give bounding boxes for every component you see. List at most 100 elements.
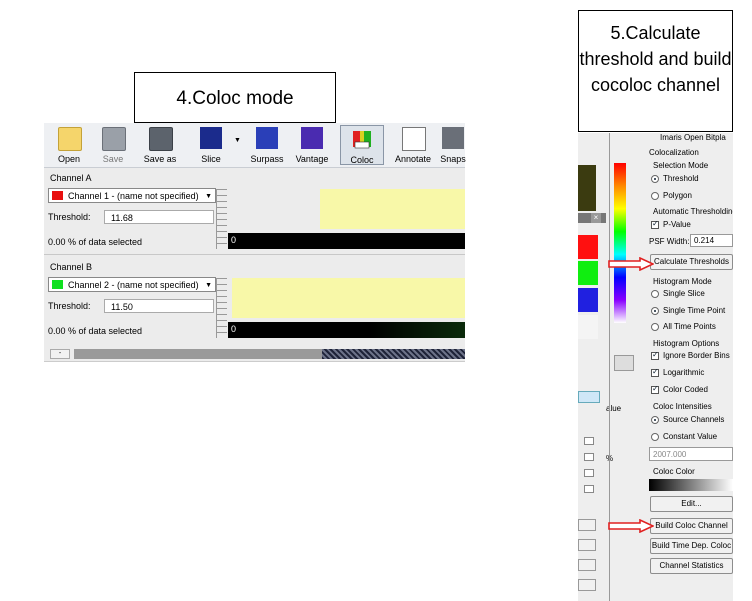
channel-a-intensity-bar[interactable]: 0 [228, 233, 465, 249]
progress-field [578, 391, 600, 403]
single-time-point-radio[interactable] [651, 307, 659, 315]
folder-open-icon [58, 127, 82, 151]
channel-b-threshold-label: Threshold: [48, 301, 91, 311]
scroll-left-button[interactable]: - [50, 349, 70, 359]
channel-blue-swatch[interactable] [578, 288, 598, 312]
build-time-dep-coloc-button[interactable]: Build Time Dep. Coloc [650, 538, 733, 554]
vantage-button-label: Vantage [295, 154, 329, 164]
coloc-icon [353, 131, 371, 149]
channel-divider [44, 254, 465, 255]
save-as-icon [149, 127, 173, 151]
coloc-color-label: Coloc Color [653, 467, 695, 476]
annotate-button-label: Annotate [394, 154, 432, 164]
p-value-label: P-Value [663, 220, 691, 229]
slice-button-label: Slice [201, 154, 221, 164]
annotate-button[interactable]: Annotate [392, 125, 434, 165]
close-icon[interactable]: × [591, 213, 601, 223]
all-time-points-label: All Time Points [663, 322, 716, 331]
threshold-radio-label: Threshold [663, 174, 699, 183]
colocalization-panel-screenshot: × alue % Imaris Open Bitpla Colocalizati… [578, 133, 733, 601]
snapshot-icon [442, 127, 464, 149]
slice-dropdown-icon[interactable]: ▼ [234, 137, 241, 144]
channel-b-threshold-input[interactable]: 11.50 [104, 299, 214, 313]
spin-up-icon[interactable] [584, 437, 594, 445]
constant-value-input[interactable]: 2007.000 [649, 447, 733, 461]
calculate-thresholds-button[interactable]: Calculate Thresholds [650, 254, 733, 270]
main-toolbar: Open Save Save as Slice ▼ Surpass Vantag… [44, 123, 468, 168]
logarithmic-label: Logarithmic [663, 368, 705, 377]
color-coded-checkbox[interactable] [651, 384, 659, 394]
channel-a-select[interactable]: Channel 1 - (name not specified) ▼ [48, 188, 216, 203]
spin-down-icon[interactable] [584, 453, 594, 461]
camera-icon[interactable] [614, 355, 634, 371]
open-button[interactable]: Open [50, 125, 88, 165]
polygon-radio[interactable] [651, 192, 659, 200]
channel-b-histogram[interactable] [232, 278, 465, 318]
edit-button[interactable]: Edit... [650, 496, 733, 512]
channel-b-label: Channel B [50, 262, 93, 272]
colocalization-title: Colocalization [649, 148, 699, 157]
channel-statistics-button[interactable]: Channel Statistics [650, 558, 733, 574]
ignore-border-checkbox[interactable] [651, 350, 659, 360]
coloc-color-gradient [649, 479, 733, 491]
threshold-radio[interactable] [651, 175, 659, 183]
build-arrow-icon [608, 519, 654, 533]
ignore-border-label: Ignore Border Bins [663, 351, 730, 360]
build-coloc-channel-button[interactable]: Build Coloc Channel [650, 518, 733, 534]
calculate-arrow-icon [608, 257, 654, 271]
vantage-button[interactable]: Vantage [292, 125, 332, 165]
channel-b-color-swatch [52, 280, 63, 289]
source-channels-radio[interactable] [651, 416, 659, 424]
save-as-button[interactable]: Save as [138, 125, 182, 165]
callout-calculate-threshold-text: 5.Calculate threshold and build cocoloc … [579, 23, 732, 95]
auto-threshold-label: Automatic Thresholding [653, 207, 733, 216]
channel-a-threshold-label: Threshold: [48, 212, 91, 222]
p-value-checkbox[interactable] [651, 219, 659, 229]
slice-button[interactable]: Slice [192, 125, 230, 165]
snapshot-button-label: Snaps [440, 154, 466, 164]
callout-coloc-mode-text: 4.Coloc mode [176, 88, 294, 109]
polygon-radio-label: Polygon [663, 191, 692, 200]
coloc-button[interactable]: Coloc [340, 125, 384, 165]
channel-a-color-swatch [52, 191, 63, 200]
channel-b-intensity-bar[interactable]: 0 [228, 322, 465, 338]
surpass-button-label: Surpass [250, 154, 284, 164]
channel-red-swatch[interactable] [578, 235, 598, 259]
constant-value-radio[interactable] [651, 433, 659, 441]
all-time-points-radio[interactable] [651, 323, 659, 331]
channel-green-swatch[interactable] [578, 261, 598, 285]
slice-icon [200, 127, 222, 149]
channel-b-histogram-axis [216, 278, 227, 338]
channel-a-histogram[interactable] [320, 189, 465, 229]
save-as-button-label: Save as [143, 154, 177, 164]
save-button[interactable]: Save [96, 125, 130, 165]
surpass-icon [256, 127, 278, 149]
annotate-icon [402, 127, 426, 151]
chevron-down-icon: ▼ [205, 193, 212, 200]
small-button[interactable] [578, 539, 596, 551]
spin-up-icon[interactable] [584, 469, 594, 477]
top-tabs[interactable]: Imaris Open Bitpla [660, 133, 726, 142]
constant-value-label: Constant Value [663, 432, 718, 441]
channel-a-threshold-input[interactable]: 11.68 [104, 210, 214, 224]
channel-a-label: Channel A [50, 173, 92, 183]
small-button[interactable] [578, 519, 596, 531]
channel-white-swatch[interactable] [578, 315, 598, 339]
small-button[interactable] [578, 559, 596, 571]
surpass-button[interactable]: Surpass [246, 125, 288, 165]
snapshot-button[interactable]: Snaps [438, 125, 468, 165]
single-slice-radio[interactable] [651, 290, 659, 298]
callout-calculate-threshold: 5.Calculate threshold and build cocoloc … [578, 10, 733, 132]
channel-b-select-value: Channel 2 - (name not specified) [68, 280, 199, 290]
logarithmic-checkbox[interactable] [651, 367, 659, 377]
psf-width-input[interactable]: 0.214 [690, 234, 733, 247]
spin-down-icon[interactable] [584, 485, 594, 493]
callout-coloc-mode: 4.Coloc mode [134, 72, 336, 123]
channel-b-select[interactable]: Channel 2 - (name not specified) ▼ [48, 277, 216, 292]
small-button[interactable] [578, 579, 596, 591]
open-button-label: Open [57, 154, 81, 164]
scrollbar-thumb[interactable] [322, 349, 465, 359]
color-coded-label: Color Coded [663, 385, 708, 394]
save-icon [102, 127, 126, 151]
psf-width-label: PSF Width: [649, 237, 690, 246]
